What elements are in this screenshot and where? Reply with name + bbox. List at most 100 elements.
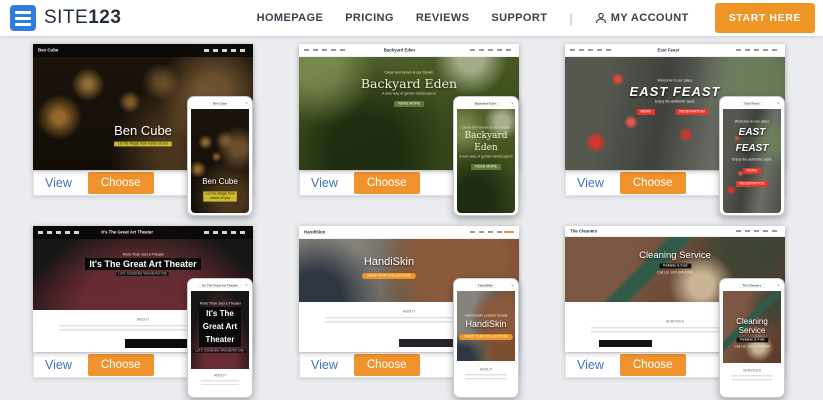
hero-tagline: More Than Just a Theater	[199, 302, 240, 306]
template-preview-mobile: HandiSkin ✕ Handmade Leather Goods Handi…	[453, 278, 519, 398]
placeholder-text	[732, 375, 772, 381]
menu-button: MENU	[637, 109, 655, 115]
section-label: ABOUT	[469, 368, 504, 372]
phone-address-bar: East Feast ✕	[723, 99, 781, 109]
phone-close-icon: ✕	[511, 283, 514, 287]
hero-title: It's TheGreat ArtTheater	[199, 307, 241, 347]
template-preview-mobile: The Cleaners ✕ Cleaning Service Reliable…	[719, 278, 785, 398]
hero-button: READ MORE	[471, 164, 501, 170]
phone-close-icon: ✕	[777, 101, 780, 105]
phone-address-bar: HandiSkin ✕	[457, 281, 515, 291]
reservation-button: RESERVATION	[676, 109, 708, 115]
menu-icon[interactable]	[10, 5, 36, 31]
hero-title: It's The Great Art Theater	[85, 258, 200, 270]
logo-text-site: SITE	[44, 7, 88, 28]
mini-site-nav	[570, 49, 614, 52]
hero-content: Cleaning Service Reliable & Fast Call Us…	[565, 250, 785, 276]
start-here-button[interactable]: START HERE	[715, 3, 815, 33]
hero-badge: Let the Magic flowinside of you	[203, 191, 237, 201]
template-card-backyard-eden: Backyard Eden Clean and Green is our Dre…	[299, 44, 519, 196]
my-account-link[interactable]: MY ACCOUNT	[595, 12, 689, 24]
hero-subtitle: A new way of garden landscapers	[459, 156, 513, 160]
hero-title: BackyardEden	[465, 131, 508, 154]
view-button[interactable]: View	[311, 358, 338, 372]
phone-address-bar: The Cleaners ✕	[723, 281, 781, 291]
nav-pricing[interactable]: PRICING	[345, 12, 394, 24]
phone-address-bar: It's The Great Art Theater ✕	[191, 281, 249, 291]
nav-support[interactable]: SUPPORT	[491, 12, 547, 24]
phone-address-bar: Backyard Eden ✕	[457, 99, 515, 109]
hero-tagline: Clean and Green is our Dream	[384, 71, 433, 75]
view-button[interactable]: View	[577, 176, 604, 190]
hero-title: EAST FEAST	[630, 84, 721, 99]
placeholder-text	[201, 380, 239, 385]
template-preview-mobile: East Feast ✕ Welcome to our place EASTFE…	[719, 96, 785, 216]
phone-url-pill: East Feast	[741, 102, 763, 106]
nav-reviews[interactable]: REVIEWS	[416, 12, 470, 24]
mini-site-nav	[736, 49, 780, 52]
hero-tagline: Welcome to our place	[735, 120, 770, 124]
choose-button[interactable]: Choose	[88, 354, 154, 376]
hero-title: EASTFEAST	[736, 125, 769, 157]
choose-button[interactable]: Choose	[354, 354, 420, 376]
mini-site-nav	[204, 49, 248, 52]
phone-close-icon: ✕	[511, 101, 514, 105]
template-card-cleaning-service: The Cleaners Cleaning Service Reliable &…	[565, 226, 785, 378]
choose-button[interactable]: Choose	[354, 172, 420, 194]
hero-title: Ben Cube	[114, 123, 172, 138]
mini-site-nav	[736, 230, 780, 233]
logo-text-123: 123	[88, 7, 121, 28]
mini-site-header: HandiSkin	[299, 226, 519, 239]
user-icon	[595, 12, 607, 24]
template-card-great-art-theater: It's The Great Art Theater More Than Jus…	[33, 226, 253, 378]
hero-tagline: More Than Just a Theater	[122, 253, 163, 257]
phone-address-bar: Ben Cube ✕	[191, 99, 249, 109]
mini-site-logo: Backyard Eden	[384, 48, 415, 52]
mini-site-nav	[470, 49, 514, 52]
view-button[interactable]: View	[577, 358, 604, 372]
template-preview-mobile: Backyard Eden ✕ Clean and Green is our D…	[453, 96, 519, 216]
mini-site-header: The Cleaners	[565, 226, 785, 237]
phone-screen: Handmade Leather Goods HandiSkin SHOP OU…	[457, 291, 515, 395]
services-section: SERVICES	[723, 363, 781, 395]
phone-screen: Ben Cube Let the Magic flowinside of you	[191, 109, 249, 213]
phone-url-pill: Ben Cube	[209, 102, 230, 106]
phone-screen: Clean and Green is our Dream BackyardEde…	[457, 109, 515, 213]
view-button[interactable]: View	[45, 176, 72, 190]
content-strip	[599, 340, 652, 347]
template-grid: Ben Cube Ben Cube Let the Magic flow ins…	[33, 44, 785, 378]
mini-site-logo: Ben Cube	[38, 48, 58, 52]
hero-subtitle: A new way of garden landscapers	[382, 92, 436, 96]
reservation-button: RESERVATION	[736, 181, 768, 187]
mini-site-logo: It's The Great Art Theater	[101, 230, 153, 234]
hero-title: Ben Cube	[202, 177, 238, 186]
choose-button[interactable]: Choose	[620, 172, 686, 194]
menu-button: MENU	[743, 168, 761, 174]
about-section: ABOUT	[191, 369, 249, 395]
view-button[interactable]: View	[45, 358, 72, 372]
view-button[interactable]: View	[311, 176, 338, 190]
phone-url-pill: It's The Great Art Theater	[199, 284, 242, 288]
mini-site-header: It's The Great Art Theater	[33, 226, 253, 239]
hero-button: READ MORE	[394, 101, 424, 107]
hero-content: More Than Just a Theater It's The Great …	[33, 252, 253, 277]
nav-homepage[interactable]: HOMEPAGE	[257, 12, 324, 24]
my-account-label: MY ACCOUNT	[611, 12, 689, 24]
hero-title: HandiSkin	[465, 319, 506, 329]
site123-logo[interactable]: SITE123	[44, 7, 121, 29]
phone-screen: Welcome to our place EASTFEAST Enjoy the…	[723, 109, 781, 213]
hero-subtitle: Let's Celebrate Wonderful City	[194, 350, 246, 354]
choose-button[interactable]: Choose	[620, 354, 686, 376]
phone-close-icon: ✕	[245, 283, 248, 287]
about-section: ABOUT	[457, 361, 515, 395]
mini-site-logo: East Feast	[657, 48, 679, 52]
hero-badge: Reliable & Fast	[659, 264, 691, 269]
hero-phone-number: Call Us: 800-345-6789	[734, 345, 770, 349]
hero-tagline: Clean and Green is our Dream	[461, 126, 510, 130]
choose-button[interactable]: Choose	[88, 172, 154, 194]
phone-url-pill: HandiSkin	[475, 284, 497, 288]
mini-site-nav	[38, 231, 82, 234]
hero-button: SHOP OUR COLLECTION	[362, 273, 416, 279]
phone-url-pill: Backyard Eden	[472, 102, 501, 106]
section-label: SERVICES	[735, 369, 770, 373]
